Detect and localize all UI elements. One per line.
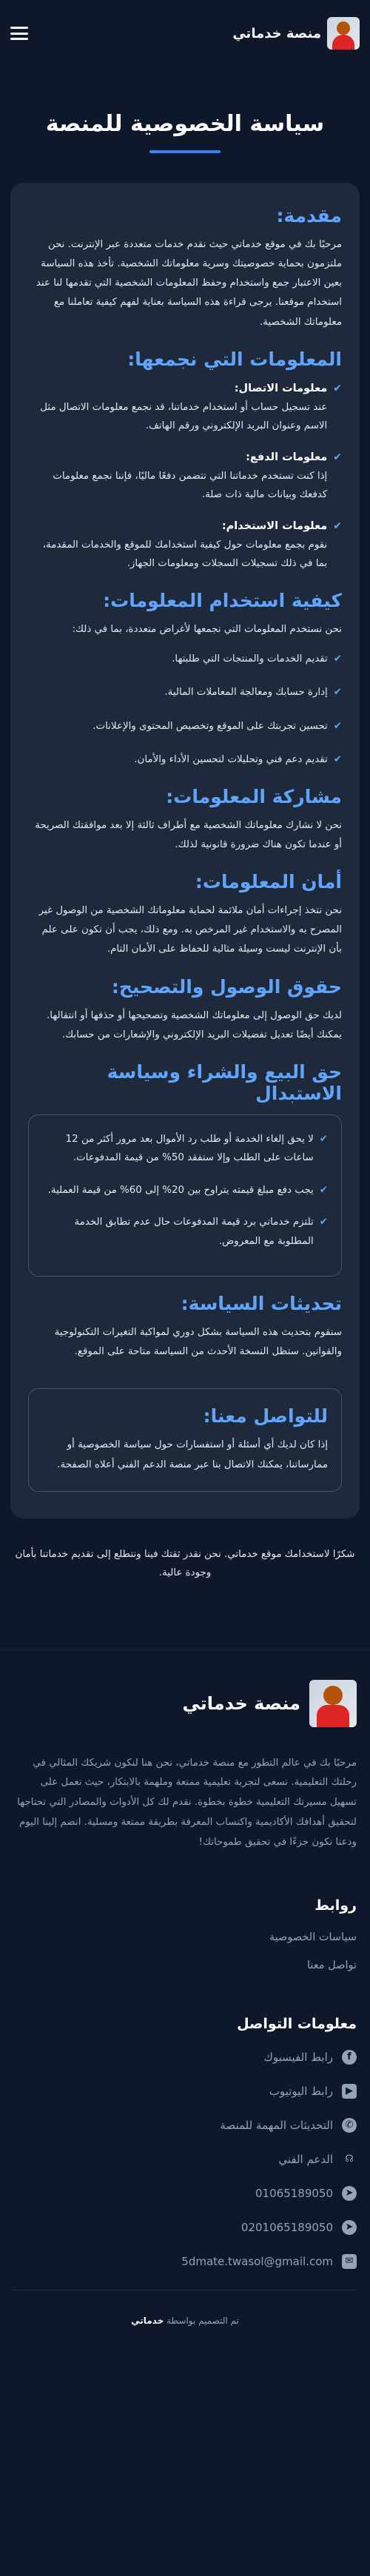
youtube-link[interactable]: ▶ رابط اليوتيوب xyxy=(13,2083,357,2099)
footer-brand-name: منصة خدماتي xyxy=(182,1692,300,1714)
youtube-icon: ▶ xyxy=(342,2083,357,2099)
use-item: ✔ تحسين تجربتك على الموقع وتخصيص المحتوى … xyxy=(28,717,342,736)
top-navbar: منصة خدماتي xyxy=(0,0,370,67)
email-link[interactable]: ✉ 5dmate.twasol@gmail.com xyxy=(13,2253,357,2269)
use-item: ✔ تقديم الخدمات والمنتجات التي طلبتها. xyxy=(28,650,342,668)
intro-title: مقدمة: xyxy=(276,205,342,226)
facebook-icon: f xyxy=(342,2049,357,2065)
collect-item: ✔ معلومات الاتصال: عند تسجيل حساب أو استخ… xyxy=(28,379,342,436)
use-list: ✔ تقديم الخدمات والمنتجات التي طلبتها. ✔ إ… xyxy=(28,650,342,770)
collect-title: المعلومات التي نجمعها: xyxy=(127,348,342,370)
refund-box: ✔ لا يحق إلغاء الخدمة أو طلب رد الأموال ب… xyxy=(28,1114,342,1277)
collect-list: ✔ معلومات الاتصال: عند تسجيل حساب أو استخ… xyxy=(28,379,342,574)
contact-link[interactable]: تواصل معنا xyxy=(13,1960,357,1971)
page-hero: سياسة الخصوصية للمنصة xyxy=(0,67,370,183)
closing-text: شكرًا لاستخدامك موقع خدماتي. نحن نقدر ثق… xyxy=(15,1548,355,1579)
footer-contact-title: معلومات التواصل xyxy=(237,2015,357,2032)
security-text: نحن نتخذ إجراءات أمان ملائمة لحماية معلو… xyxy=(38,905,342,955)
site-footer: منصة خدماتي مرحبًا بك في عالم التطور مع … xyxy=(0,1649,370,2363)
contact-box: للتواصل معنا: إذا كان لديك أي أسئلة أو ا… xyxy=(28,1388,342,1492)
collect-item: ✔ معلومات الدفع: إذا كنت تستخدم خدماتنا ا… xyxy=(28,448,342,505)
collect-item-text: إذا كنت تستخدم خدماتنا التي تتضمن دفعًا … xyxy=(53,470,328,501)
collect-item-label: معلومات الاستخدام: xyxy=(221,519,328,532)
use-item: ✔ تقديم دعم فني وتحليلات لتحسين الأداء وا… xyxy=(28,750,342,769)
hamburger-menu-icon[interactable] xyxy=(10,27,28,40)
headset-icon: ☊ xyxy=(345,2153,354,2165)
footer-logo xyxy=(309,1679,357,1727)
collect-item-text: عند تسجيل حساب أو استخدام خدماتنا، قد نج… xyxy=(40,401,328,432)
footer-about: مرحبًا بك في عالم التطور مع منصة خدماتي،… xyxy=(17,1757,357,1848)
check-icon: ✔ xyxy=(319,1217,328,1228)
footer-links-title: روابط xyxy=(314,1897,357,1914)
check-icon: ✔ xyxy=(333,382,342,394)
brand-name: منصة خدماتي xyxy=(232,25,321,41)
refund-item: ✔ تلتزم خدماتي برد قيمة المدفوعات حال عدم… xyxy=(42,1213,328,1251)
refund-item: ✔ يجب دفع مبلغ قيمته يتراوح بين 20% إلى 6… xyxy=(42,1181,328,1200)
use-intro: نحن نستخدم المعلومات التي نجمعها لأغراض … xyxy=(72,623,342,635)
telegram-icon: ➤ xyxy=(342,2185,357,2201)
telegram-link[interactable]: ➤ 01065189050 xyxy=(13,2185,357,2201)
check-icon: ✔ xyxy=(333,519,342,532)
collect-item-label: معلومات الاتصال: xyxy=(234,382,328,394)
check-icon: ✔ xyxy=(333,451,342,463)
collect-item: ✔ معلومات الاستخدام: نقوم بجمع معلومات حو… xyxy=(28,517,342,574)
whatsapp-icon: ✆ xyxy=(342,2117,357,2133)
check-icon: ✔ xyxy=(333,687,342,699)
title-underline xyxy=(149,150,221,153)
updates-title: تحديثات السياسة: xyxy=(181,1293,342,1315)
check-icon: ✔ xyxy=(333,720,342,732)
support-link[interactable]: ☊ الدعم الفني xyxy=(13,2152,357,2167)
check-icon: ✔ xyxy=(319,1184,328,1196)
security-title: أمان المعلومات: xyxy=(195,871,342,893)
telegram-icon: ➤ xyxy=(342,2219,357,2235)
share-text: نحن لا نشارك معلوماتك الشخصية مع أطراف ث… xyxy=(35,819,342,850)
check-icon: ✔ xyxy=(333,653,342,665)
telegram-link[interactable]: ➤ 0201065189050 xyxy=(13,2219,357,2235)
page-title: سياسة الخصوصية للمنصة xyxy=(45,111,325,137)
privacy-link[interactable]: سياسات الخصوصية xyxy=(13,1931,357,1943)
collect-item-label: معلومات الدفع: xyxy=(246,451,328,463)
intro-text: مرحبًا بك في موقع خدماتي حيث نقدم خدمات … xyxy=(36,239,342,328)
copyright: تم التصميم بواسطة خدماتي xyxy=(13,2289,357,2333)
use-item: ✔ إدارة حسابك ومعالجة المعاملات المالية. xyxy=(28,683,342,702)
refund-item: ✔ لا يحق إلغاء الخدمة أو طلب رد الأموال ب… xyxy=(42,1130,328,1168)
brand[interactable]: منصة خدماتي xyxy=(232,17,360,50)
brand-logo xyxy=(327,17,360,50)
updates-text: سنقوم بتحديث هذه السياسة بشكل دوري لمواك… xyxy=(54,1327,342,1358)
facebook-link[interactable]: f رابط الفيسبوك xyxy=(13,2049,357,2065)
email-icon: ✉ xyxy=(342,2253,357,2269)
share-title: مشاركة المعلومات: xyxy=(166,785,342,807)
contact-text: إذا كان لديك أي أسئلة أو استفسارات حول س… xyxy=(57,1439,328,1470)
footer-brand[interactable]: منصة خدماتي xyxy=(13,1679,357,1727)
whatsapp-link[interactable]: ✆ التحديثات المهمة للمنصة xyxy=(13,2117,357,2133)
contact-title: للتواصل معنا: xyxy=(203,1405,328,1427)
collect-item-text: نقوم بجمع معلومات حول كيفية استخدامك للم… xyxy=(42,539,328,570)
use-title: كيفية استخدام المعلومات: xyxy=(103,589,342,611)
check-icon: ✔ xyxy=(333,754,342,766)
policy-card: مقدمة: مرحبًا بك في موقع خدماتي حيث نقدم… xyxy=(10,183,360,1519)
rights-text: لديك حق الوصول إلى معلوماتك الشخصية وتصح… xyxy=(47,1009,342,1040)
check-icon: ✔ xyxy=(319,1133,328,1145)
rights-title: حقوق الوصول والتصحيح: xyxy=(111,975,342,998)
refund-title: حق البيع والشراء وسياسة الاستبدال xyxy=(107,1060,342,1104)
